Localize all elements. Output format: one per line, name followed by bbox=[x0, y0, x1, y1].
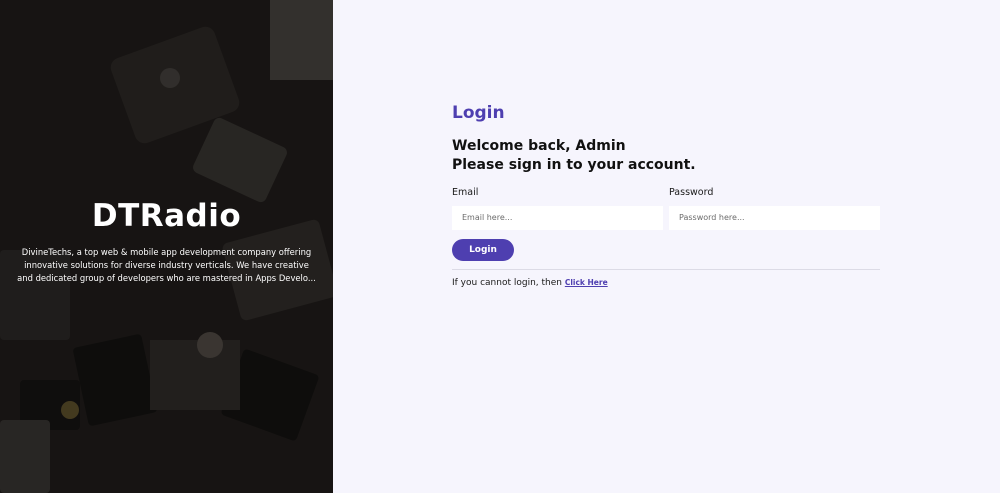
hero-panel: DTRadio DivineTechs, a top web & mobile … bbox=[0, 0, 333, 493]
help-text: If you cannot login, then bbox=[452, 277, 562, 288]
login-button[interactable]: Login bbox=[452, 238, 514, 261]
login-heading: Login bbox=[452, 103, 505, 123]
brand-block: DTRadio DivineTechs, a top web & mobile … bbox=[0, 198, 333, 285]
brand-description: DivineTechs, a top web & mobile app deve… bbox=[17, 247, 316, 283]
email-label: Email bbox=[452, 187, 479, 198]
credential-fields: Email Password bbox=[452, 187, 880, 230]
email-field[interactable] bbox=[452, 205, 663, 230]
welcome-message: Welcome back, Admin Please sign in to yo… bbox=[452, 137, 880, 175]
password-group: Password bbox=[669, 187, 880, 230]
click-here-link[interactable]: Click Here bbox=[565, 278, 608, 287]
divider bbox=[452, 268, 880, 270]
login-form: Login Welcome back, Admin Please sign in… bbox=[452, 103, 880, 288]
help-line: If you cannot login, then Click Here bbox=[452, 278, 880, 288]
welcome-line: Welcome back, Admin bbox=[452, 138, 626, 154]
email-group: Email bbox=[452, 187, 663, 230]
login-panel: Login Welcome back, Admin Please sign in… bbox=[333, 0, 1000, 493]
password-field[interactable] bbox=[669, 205, 880, 230]
brand-title: DTRadio bbox=[91, 198, 242, 234]
sign-in-prompt: Please sign in to your account. bbox=[452, 157, 696, 173]
password-label: Password bbox=[669, 187, 714, 198]
